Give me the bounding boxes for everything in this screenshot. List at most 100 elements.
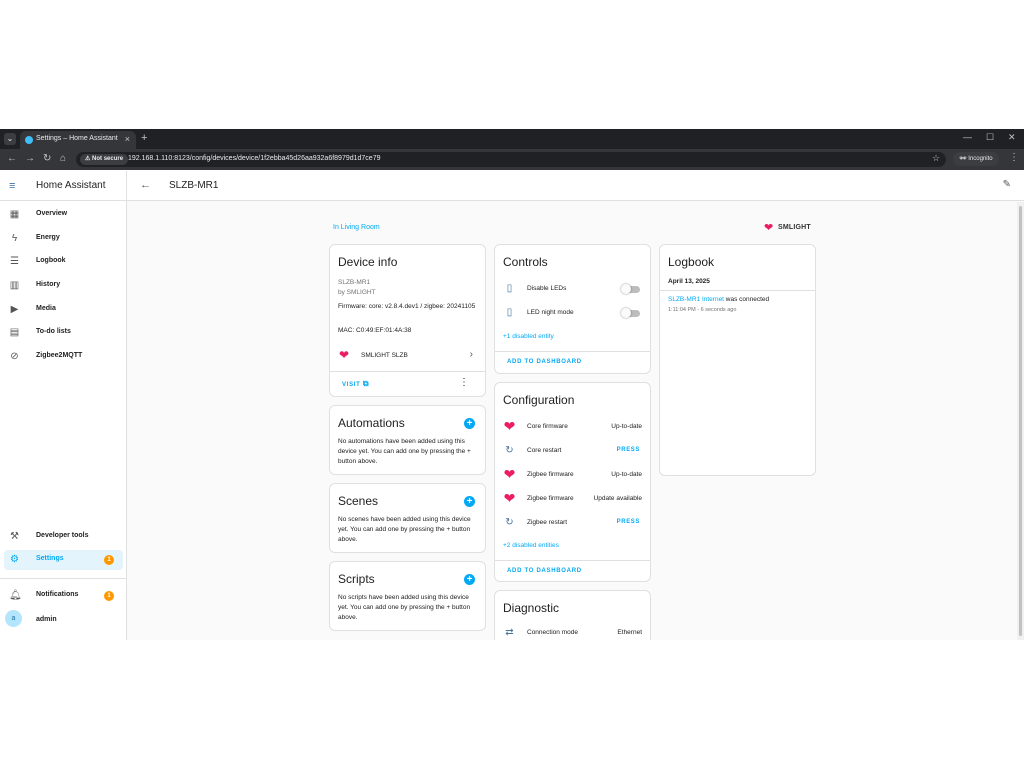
device-page-content: In Living Room ❤ SMLIGHT Device info SLZ… [127, 202, 1017, 640]
config-value: Up-to-date [611, 471, 642, 478]
home-assistant-favicon-icon [25, 136, 33, 144]
add-scene-button[interactable]: + [464, 496, 475, 507]
scenes-card: Scenes + No scenes have been added using… [329, 483, 486, 553]
control-row-led-night-mode[interactable]: ▯ LED night mode [495, 303, 650, 323]
configuration-footer: ADD TO DASHBOARD [495, 560, 650, 581]
area-link[interactable]: In Living Room [333, 224, 380, 231]
diagnostic-value: Ethernet [617, 629, 642, 636]
add-to-dashboard-button[interactable]: ADD TO DASHBOARD [507, 568, 582, 574]
minimize-icon[interactable]: — [963, 132, 972, 142]
tab-search-icon[interactable]: ⌄ [4, 133, 16, 145]
logbook-date: April 13, 2025 [668, 278, 710, 285]
add-to-dashboard-button[interactable]: ADD TO DASHBOARD [507, 359, 582, 365]
controls-title: Controls [503, 255, 548, 269]
controls-card: Controls ▯ Disable LEDs ▯ LED night mode… [494, 244, 651, 374]
open-external-icon: ⧉ [362, 379, 370, 388]
press-button[interactable]: PRESS [617, 447, 640, 453]
reload-icon[interactable]: ↻ [43, 153, 51, 164]
bookmark-star-icon[interactable]: ☆ [932, 153, 940, 164]
control-label: Disable LEDs [527, 285, 567, 292]
disabled-entities-link[interactable]: +1 disabled entity [503, 333, 554, 340]
more-options-icon[interactable]: ⋮ [459, 377, 469, 388]
sidebar-item-developer-tools[interactable]: ⚒ Developer tools [4, 527, 123, 547]
back-nav-icon[interactable]: ← [7, 153, 17, 164]
add-automation-button[interactable]: + [464, 418, 475, 429]
sidebar-item-media[interactable]: ▶ Media [4, 300, 123, 320]
notifications-badge: 1 [104, 591, 114, 601]
scripts-empty-text: No scripts have been added using this de… [338, 594, 471, 621]
device-info-footer: VISIT ⧉ ⋮ [330, 371, 485, 393]
sidebar-item-history[interactable]: ▥ History [4, 276, 123, 296]
url-text: 192.168.1.110:8123/config/devices/device… [128, 155, 381, 162]
new-tab-icon[interactable]: + [141, 132, 147, 144]
tab-close-icon[interactable]: × [125, 134, 130, 144]
home-icon[interactable]: ⌂ [60, 153, 66, 164]
config-row-zigbee-firmware[interactable]: ❤ Zigbee firmware Up-to-date [495, 465, 650, 485]
logbook-divider [660, 290, 815, 291]
sidebar-item-notifications[interactable]: 🔔︎ Notifications 1 [4, 586, 123, 606]
browser-menu-icon[interactable]: ⋮ [1009, 152, 1019, 163]
press-button[interactable]: PRESS [617, 519, 640, 525]
automations-card: Automations + No automations have been a… [329, 405, 486, 475]
sidebar-item-logbook[interactable]: ☰ Logbook [4, 252, 123, 272]
settings-badge: 1 [104, 555, 114, 565]
diagnostic-card: Diagnostic ⇄ Connection mode Ethernet [494, 590, 651, 640]
config-row-core-firmware[interactable]: ❤ Core firmware Up-to-date [495, 417, 650, 437]
back-arrow-icon[interactable]: ← [140, 179, 151, 191]
led-night-mode-toggle[interactable] [621, 308, 640, 318]
config-label: Zigbee restart [527, 519, 568, 526]
gear-icon: ⚙ [10, 554, 19, 565]
pencil-icon[interactable]: ✎ [1003, 179, 1011, 190]
add-script-button[interactable]: + [464, 574, 475, 585]
control-row-disable-leds[interactable]: ▯ Disable LEDs [495, 279, 650, 299]
control-label: LED night mode [527, 309, 574, 316]
sidebar-item-zigbee2mqtt[interactable]: ⊘ Zigbee2MQTT [4, 347, 123, 367]
browser-tab[interactable]: Settings – Home Assistant × [20, 131, 136, 149]
menu-toggle-icon[interactable]: ≡ [9, 180, 15, 192]
scrollbar-thumb[interactable] [1019, 206, 1022, 636]
incognito-badge[interactable]: 🕶 Incognito [953, 152, 999, 166]
disabled-entities-link[interactable]: +2 disabled entities [503, 542, 559, 549]
sidebar: ≡ Home Assistant ▦ Overview ϟ Energy ☰ L… [0, 171, 127, 640]
sidebar-item-energy[interactable]: ϟ Energy [4, 229, 123, 249]
firmware-icon: ❤ [503, 490, 516, 506]
controls-footer: ADD TO DASHBOARD [495, 351, 650, 373]
configuration-title: Configuration [503, 393, 575, 407]
brand-name: SMLIGHT [778, 224, 811, 231]
logbook-entry-link[interactable]: SLZB-MR1 Internet [668, 296, 724, 303]
diagnostic-row-connection-mode[interactable]: ⇄ Connection mode Ethernet [495, 623, 650, 640]
restart-icon: ↻ [505, 517, 514, 528]
sidebar-item-overview[interactable]: ▦ Overview [4, 205, 123, 225]
close-window-icon[interactable]: ✕ [1008, 132, 1016, 143]
disable-leds-toggle[interactable] [621, 284, 640, 294]
smlight-heart-icon: ❤ [764, 222, 774, 234]
logbook-card: Logbook April 13, 2025 SLZB-MR1 Internet… [659, 244, 816, 476]
avatar[interactable]: a [5, 610, 22, 627]
diagnostic-label: Connection mode [527, 629, 578, 636]
chart-icon: ▥ [9, 280, 20, 291]
browser-window: ⌄ Settings – Home Assistant × + — ☐ ✕ ← … [0, 129, 1024, 640]
sidebar-item-label: Notifications [36, 591, 79, 598]
url-field[interactable]: ⚠ Not secure 192.168.1.110:8123/config/d… [76, 152, 946, 167]
maximize-icon[interactable]: ☐ [986, 132, 994, 143]
forward-nav-icon[interactable]: → [25, 153, 35, 164]
logbook-title: Logbook [668, 255, 715, 269]
visit-button[interactable]: VISIT ⧉ [342, 379, 369, 389]
device-info-title: Device info [338, 255, 398, 269]
config-label: Zigbee firmware [527, 495, 574, 502]
user-name[interactable]: admin [36, 616, 57, 623]
chevron-right-icon: › [469, 349, 473, 360]
sidebar-item-todo[interactable]: ▤ To-do lists [4, 323, 123, 343]
config-label: Zigbee firmware [527, 471, 574, 478]
device-icon: ▯ [506, 307, 513, 318]
sidebar-item-label: Developer tools [36, 532, 89, 539]
integration-row[interactable]: ❤ SMLIGHT SLZB › [330, 344, 485, 368]
not-secure-badge[interactable]: ⚠ Not secure [80, 154, 129, 165]
clipboard-icon: ▤ [9, 327, 20, 338]
sidebar-item-settings[interactable]: ⚙ Settings 1 [4, 550, 123, 570]
config-label: Core restart [527, 447, 562, 454]
integration-name: SMLIGHT SLZB [361, 352, 408, 359]
hammer-icon: ⚒ [10, 531, 19, 542]
config-row-zigbee-firmware-update[interactable]: ❤ Zigbee firmware Update available [495, 489, 650, 509]
scrollbar[interactable] [1017, 202, 1024, 640]
